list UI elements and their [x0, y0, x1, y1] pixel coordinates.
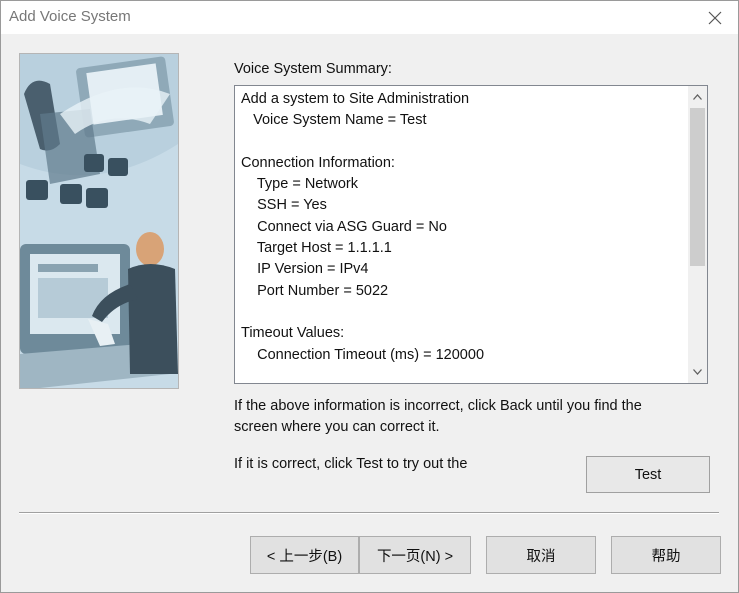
scroll-down-arrow-icon [693, 369, 702, 375]
test-button[interactable]: Test [586, 456, 710, 493]
scroll-up-arrow-icon [693, 94, 702, 100]
scrollbar-thumb[interactable] [690, 108, 705, 266]
incorrect-instruction-line2: screen where you can correct it. [234, 419, 440, 435]
title-bar: Add Voice System [1, 1, 738, 34]
next-button[interactable]: 下一页(N) > [359, 536, 471, 574]
vertical-scrollbar[interactable] [688, 86, 707, 383]
summary-textbox[interactable]: Add a system to Site Administration Voic… [234, 85, 708, 384]
close-button[interactable] [692, 1, 738, 34]
close-icon [708, 11, 722, 24]
summary-text: Add a system to Site Administration Voic… [241, 91, 485, 363]
help-button[interactable]: 帮助 [611, 536, 721, 574]
window-title: Add Voice System [9, 8, 131, 25]
cancel-button[interactable]: 取消 [486, 536, 596, 574]
add-voice-system-dialog: Add Voice System Voice System Summary: A… [0, 0, 739, 593]
scroll-down-button[interactable] [688, 362, 707, 382]
incorrect-instruction-line1: If the above information is incorrect, c… [234, 398, 642, 414]
summary-label: Voice System Summary: [234, 61, 392, 77]
back-button[interactable]: < 上一步(B) [250, 536, 359, 574]
scroll-up-button[interactable] [688, 87, 707, 107]
wizard-illustration [19, 53, 179, 389]
correct-instruction: If it is correct, click Test to try out … [234, 456, 468, 472]
separator [19, 512, 719, 514]
